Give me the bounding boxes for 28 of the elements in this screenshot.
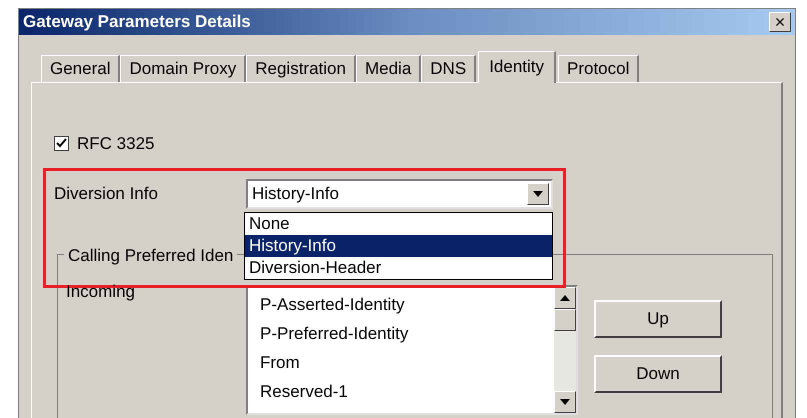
- scroll-up-icon[interactable]: [554, 286, 576, 308]
- tab[interactable]: DNS: [421, 54, 476, 82]
- move-button[interactable]: Down: [594, 354, 722, 392]
- tab[interactable]: Protocol: [558, 54, 640, 82]
- identity-list[interactable]: P-Asserted-Identity P-Preferred-Identity From Reserved-1: [246, 284, 578, 414]
- scroll-down-icon[interactable]: [554, 390, 576, 412]
- tab[interactable]: Registration: [246, 54, 356, 82]
- tab[interactable]: Identity: [478, 50, 556, 82]
- dropdown-option[interactable]: History-Info: [245, 234, 552, 256]
- rfc-checkbox[interactable]: [54, 136, 69, 151]
- scroll-thumb[interactable]: [554, 308, 576, 330]
- list-item[interactable]: From: [260, 348, 554, 376]
- move-button[interactable]: Up: [594, 300, 722, 338]
- dropdown-option[interactable]: None: [245, 212, 552, 234]
- list-item[interactable]: P-Preferred-Identity: [260, 318, 554, 348]
- tab[interactable]: Domain Proxy: [120, 54, 246, 82]
- tab[interactable]: General: [41, 54, 120, 82]
- list-item[interactable]: Reserved-1: [260, 376, 554, 406]
- field-label: Diversion Info: [54, 182, 159, 205]
- diversion-info-dropdown[interactable]: History-Info: [246, 178, 553, 208]
- dropdown-option[interactable]: Diversion-Header: [245, 256, 552, 278]
- list-item[interactable]: P-Asserted-Identity: [260, 290, 554, 318]
- tab[interactable]: Media: [356, 54, 422, 82]
- checkbox-label: RFC 3325: [77, 132, 154, 155]
- window-title: Gateway Parameters Details: [23, 11, 251, 33]
- close-button[interactable]: ×: [769, 12, 791, 32]
- scrollbar[interactable]: [554, 286, 576, 412]
- dropdown-caret-icon[interactable]: [527, 182, 549, 204]
